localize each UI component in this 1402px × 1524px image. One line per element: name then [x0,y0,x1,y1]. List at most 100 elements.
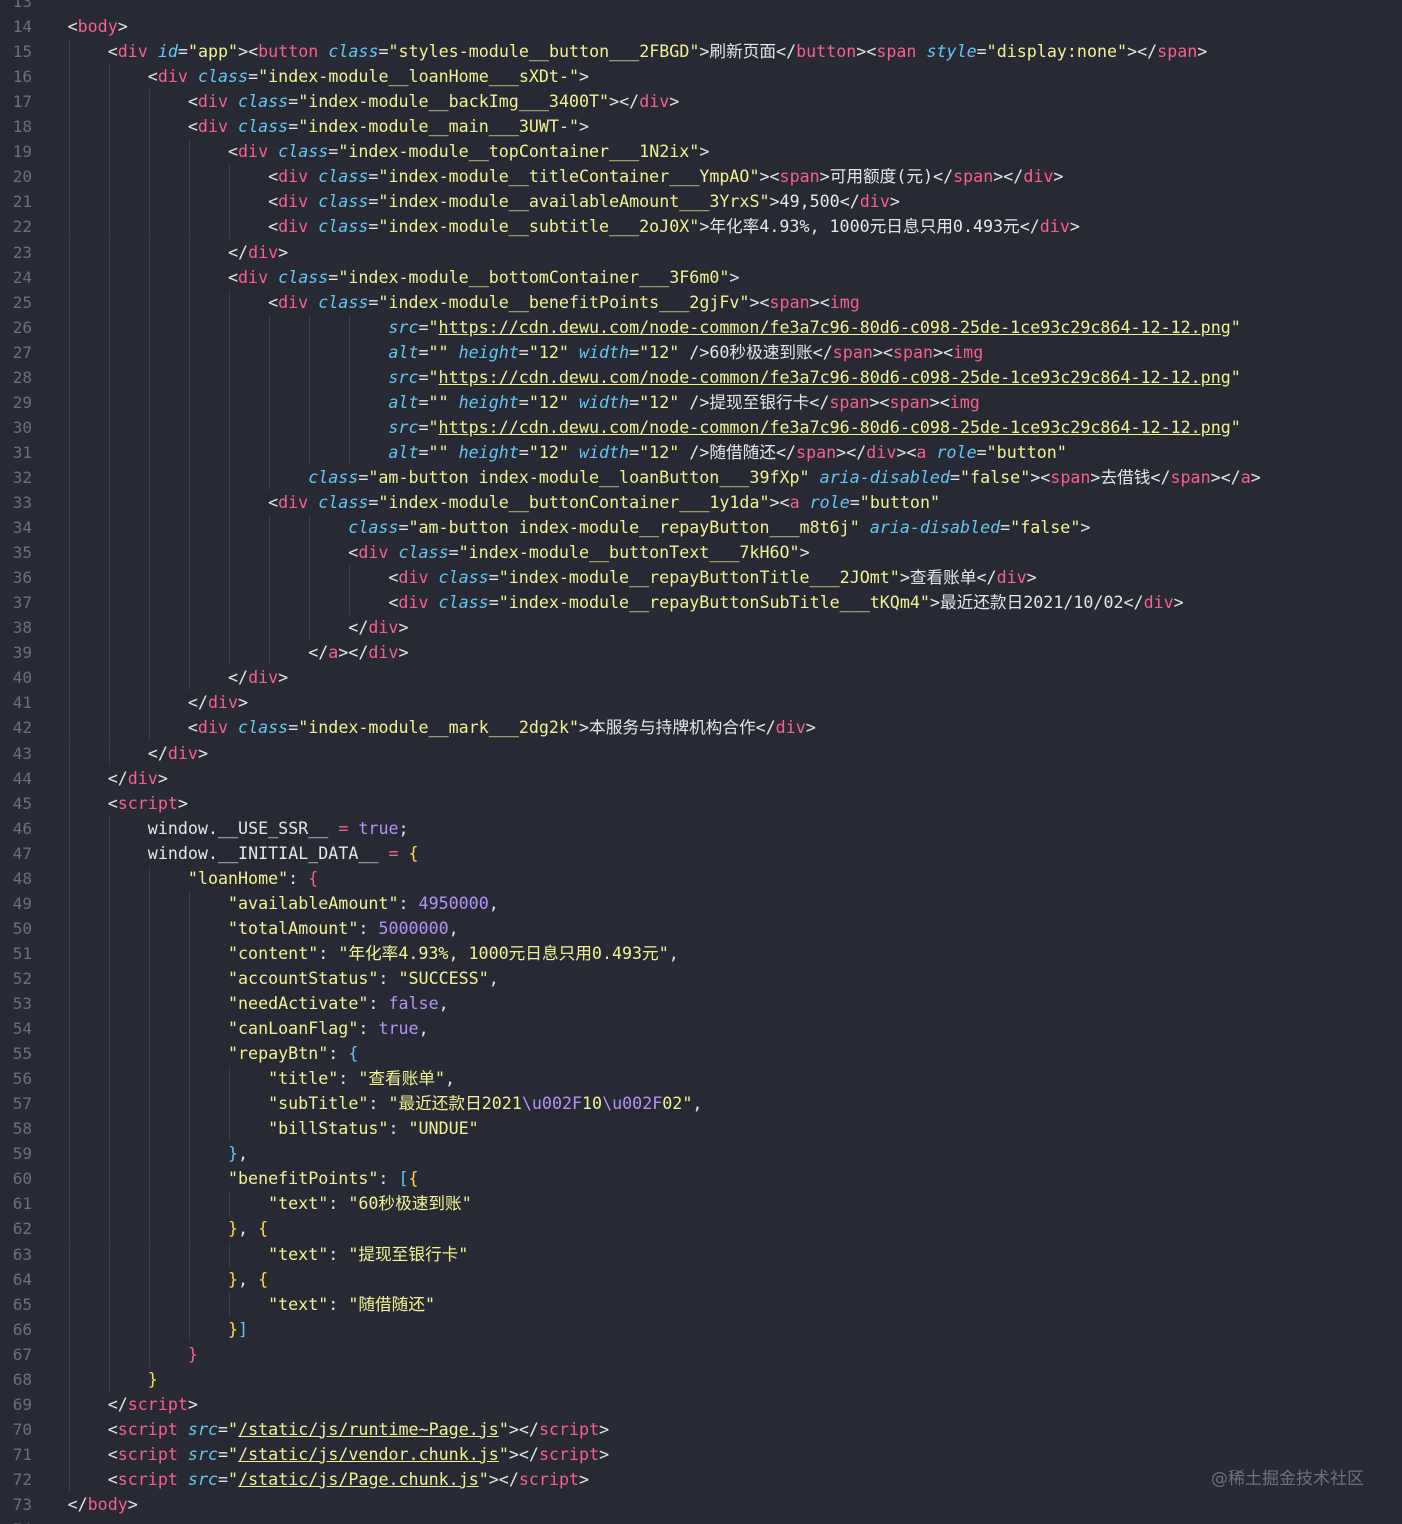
token-tag: body [77,17,118,37]
indent-guide [68,239,70,265]
indent-guide [148,991,150,1016]
indent-guide [68,114,70,140]
token-attr: alt [388,392,419,412]
indent-guide [148,1266,150,1292]
token-punct: : [378,1169,399,1189]
indent-guide [269,615,271,641]
token-tag: span [829,392,870,412]
token-str: "" [428,442,449,462]
watermark: @稀土掘金技术社区 [1211,1469,1364,1489]
indent-guide [349,565,351,591]
token-tag: span [889,392,930,412]
token-punct: = [368,493,379,512]
line-number: 66 [12,1319,32,1339]
token-punct: < [819,292,830,312]
code-text: window.__INITIAL_DATA__ = { [148,841,419,866]
indent-guide [188,1316,190,1342]
indent-guide [148,715,150,741]
line-number: 64 [12,1269,32,1289]
indent-guide [108,1266,110,1292]
indent-guide [148,139,150,165]
token-punct: : [358,918,379,938]
indent-guide [148,965,150,991]
line-number: 20 [12,167,32,187]
code-editor[interactable]: 13 14 <body> 15 <div id="app"><button class=… [0,0,1402,1524]
indent-guide [68,164,70,190]
token-url: /static/js/Page.chunk.js [238,1469,479,1489]
token-tag: script [518,1469,580,1489]
token-punct: < [107,1419,118,1439]
line-number: 68 [12,1369,32,1389]
token-attr: class [318,192,369,212]
token-punct: ></ [338,643,369,663]
token-punct: < [268,192,279,212]
token-punct: /> [689,442,710,462]
token-tag: div [368,618,399,638]
indent-guide [108,565,110,591]
indent-guide [108,1091,110,1117]
token-punct: </ [67,1495,88,1514]
indent-guide [309,414,311,440]
indent-guide [108,991,110,1016]
code-line: 34 class="am-button index-module__repayBu… [0,515,1402,541]
code-text: </div> [228,240,288,265]
indent-guide [188,289,190,315]
token-punct: < [268,493,279,512]
token-punct: < [107,1444,118,1464]
token-attr: class [238,117,289,137]
line-number: 53 [12,994,32,1013]
indent-guide [188,464,190,490]
code-line: 16 <div class="index-module__loanHome___s… [0,64,1402,90]
token-punct: < [248,42,259,62]
token-kw: true [358,818,399,838]
line-number: 38 [12,618,32,638]
indent-guide [309,565,311,591]
indent-guide [108,264,110,290]
indent-guide [108,239,110,265]
indent-guide [68,1391,70,1417]
code-text: </div> [228,665,288,690]
token-punct: > [187,1394,198,1414]
indent-guide [68,1341,70,1367]
token-key: "billStatus" [268,1119,389,1139]
token-punct: ></ [1210,467,1241,487]
token-str: "最近还款日2021 [388,1094,522,1114]
token-punct: ></ [993,167,1024,187]
token-str: "index-module__backImg___3400T" [298,92,610,112]
token-brace2: { [258,1219,269,1239]
token-punct: > [238,42,249,62]
indent-guide [68,64,70,90]
token-str: "12" [528,342,569,362]
indent-guide [188,640,190,666]
line-number: 22 [12,217,32,237]
indent-guide [68,1016,70,1042]
indent-guide [148,264,150,290]
code-text: class="am-button index-module__repayButt… [348,515,1090,540]
indent-guide [148,865,150,891]
token-str: "提现至银行卡" [348,1244,469,1264]
indent-guide [108,164,110,190]
indent-guide [269,389,271,415]
token-key: "content" [228,943,319,963]
indent-guide [68,640,70,666]
token-punct: , [438,994,449,1013]
line-number: 73 [12,1495,32,1514]
code-line: 51 "content": "年化率4.93%, 1000元日息只用0.493元"… [0,940,1402,966]
code-text: "billStatus": "UNDUE" [268,1116,479,1141]
token-text: 随借随还 [709,442,776,462]
token-punct: </ [776,42,797,62]
indent-guide [229,565,230,591]
indent-guide [68,815,70,841]
indent-guide [68,189,70,215]
indent-guide [148,1116,150,1142]
token-punct: , [668,943,679,963]
line-number: 30 [12,417,32,437]
indent-guide [108,690,110,716]
indent-guide [148,439,150,465]
token-punct: = [398,518,409,538]
token-attr: src [187,1419,219,1439]
